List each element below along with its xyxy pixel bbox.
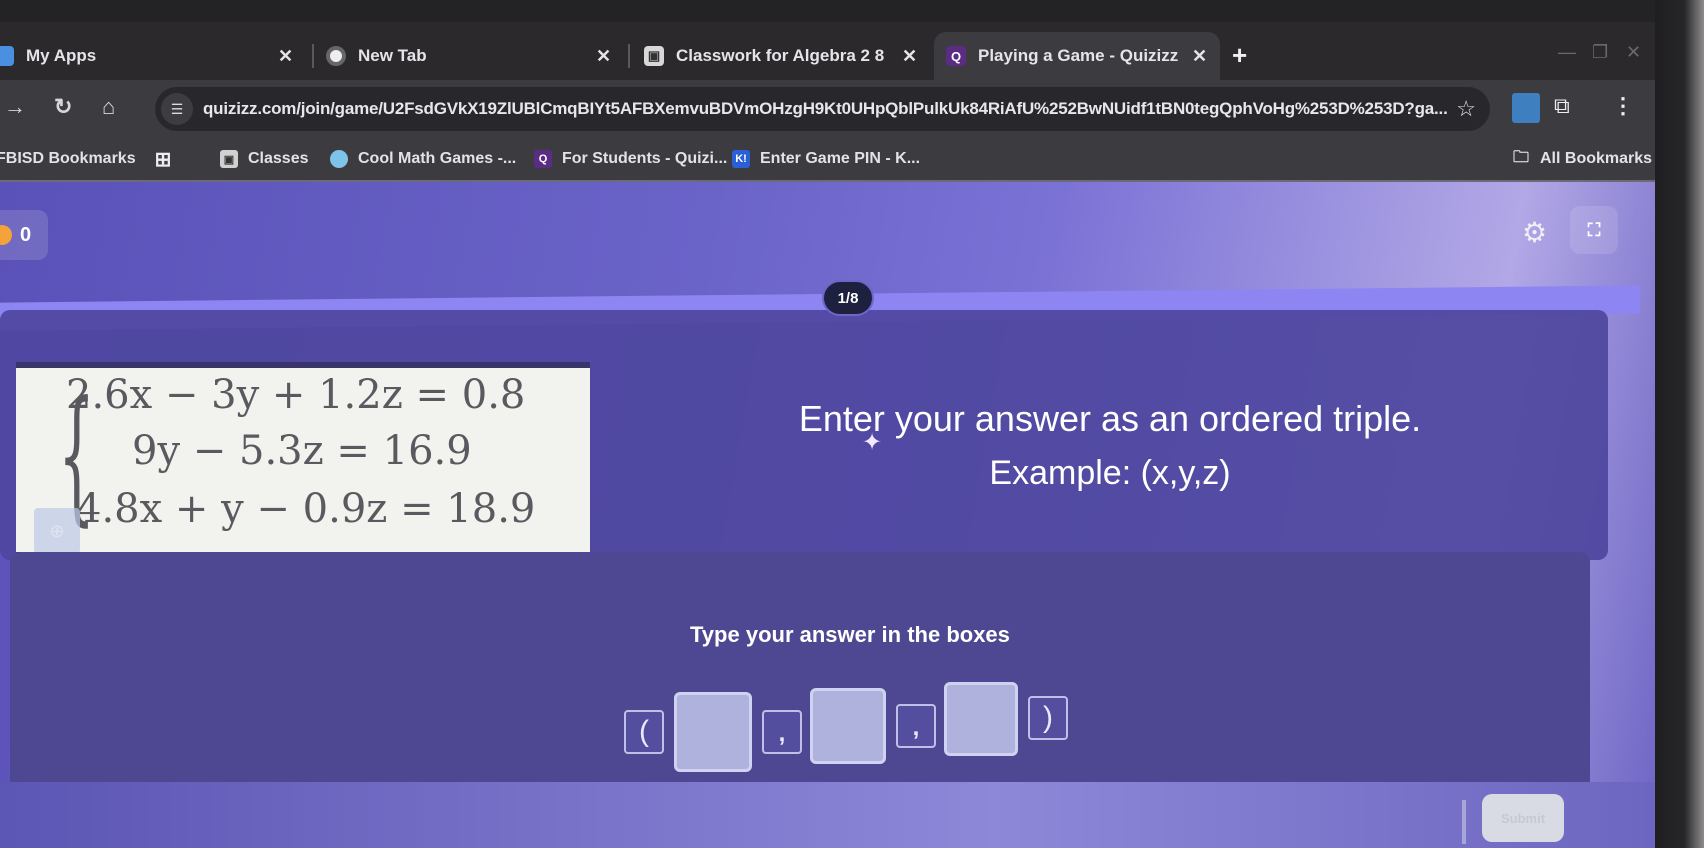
tab-label: New Tab xyxy=(358,46,427,65)
x-input[interactable] xyxy=(674,692,752,772)
tab-label: My Apps xyxy=(26,46,97,65)
close-tab-icon[interactable]: ✕ xyxy=(1192,46,1207,67)
equation-2: 9y − 5.3z = 16.9 xyxy=(132,428,472,474)
tab-separator xyxy=(628,44,630,68)
kahoot-icon: K! xyxy=(732,150,750,168)
bookmark-apps[interactable]: ⊞ xyxy=(154,148,182,171)
mouse-cursor-icon: ✦ xyxy=(862,429,883,456)
forward-icon[interactable]: → xyxy=(4,94,26,120)
quiz-game: 0 ⚙ ⛶ 1/8 { 2.6x − 3y + 1.2z = 0.8 9y − … xyxy=(0,182,1658,848)
answer-hint: Type your answer in the boxes xyxy=(690,622,1010,647)
tab-classwork[interactable]: ▣ Classwork for Algebra 2 8 ✕ xyxy=(644,32,924,80)
tab-separator xyxy=(312,44,314,68)
home-icon[interactable]: ⌂ xyxy=(102,94,115,120)
monitor-bezel xyxy=(0,0,1704,24)
site-info-icon[interactable]: ☰ xyxy=(161,93,193,125)
z-input[interactable] xyxy=(944,682,1018,756)
equation-image: { 2.6x − 3y + 1.2z = 0.8 9y − 5.3z = 16.… xyxy=(16,362,590,554)
bookmark-label: Cool Math Games -... xyxy=(358,150,517,167)
bookmark-star-icon[interactable]: ☆ xyxy=(1456,96,1476,122)
restore-icon[interactable]: ❐ xyxy=(1592,42,1608,63)
bookmark-label: FBISD Bookmarks xyxy=(0,150,136,167)
coin-icon xyxy=(0,225,12,245)
chrome-menu-icon[interactable]: ⋮ xyxy=(1612,93,1640,123)
fullscreen-icon: ⛶ xyxy=(1587,219,1601,240)
bookmark-label: For Students - Quizi... xyxy=(562,150,728,167)
score-badge: 0 xyxy=(0,210,48,260)
score-value: 0 xyxy=(20,223,32,246)
comma-separator: , xyxy=(896,704,936,748)
extensions-puzzle-icon[interactable]: ⧉ xyxy=(1554,93,1582,123)
classroom-icon: ▣ xyxy=(220,150,238,168)
tab-quizizz[interactable]: Q Playing a Game - Quizizz ✕ xyxy=(934,32,1220,80)
answer-panel xyxy=(10,552,1590,792)
tab-label: Classwork for Algebra 2 8 xyxy=(676,46,885,65)
close-paren: ) xyxy=(1028,696,1068,740)
comma-separator: , xyxy=(762,710,802,754)
divider xyxy=(1462,800,1466,844)
bookmark-classes[interactable]: ▣ Classes xyxy=(220,150,309,168)
bookmark-label: Classes xyxy=(248,150,309,167)
address-bar[interactable]: ☰ quizizz.com/join/game/U2FsdGVkX19ZlUBl… xyxy=(155,87,1490,131)
fullscreen-button[interactable]: ⛶ xyxy=(1570,206,1618,254)
open-paren: ( xyxy=(624,710,664,754)
submit-button[interactable]: Submit xyxy=(1482,794,1564,842)
quizizz-icon: Q xyxy=(534,150,552,168)
apps-grid-icon: ⊞ xyxy=(154,148,172,171)
extension-icon[interactable] xyxy=(1512,93,1540,123)
tab-label: Playing a Game - Quizizz xyxy=(978,46,1179,65)
new-tab-button[interactable]: + xyxy=(1232,40,1247,71)
my-apps-icon xyxy=(0,46,14,66)
equation-3: 4.8x + y − 0.9z = 18.9 xyxy=(76,486,536,532)
bookmark-fbisd[interactable]: FBISD Bookmarks xyxy=(0,150,136,168)
settings-gear-icon[interactable]: ⚙ xyxy=(1522,216,1547,249)
close-tab-icon[interactable]: ✕ xyxy=(902,46,917,67)
zoom-image-button[interactable]: ⊕ xyxy=(34,508,80,554)
tab-new-tab[interactable]: New Tab ✕ xyxy=(326,32,616,80)
bookmark-kahoot[interactable]: K! Enter Game PIN - K... xyxy=(732,150,920,168)
bookmarks-bar: FBISD Bookmarks ⊞ ▣ Classes Cool Math Ga… xyxy=(0,138,1658,182)
bookmark-label: Enter Game PIN - K... xyxy=(760,150,921,167)
equation-1: 2.6x − 3y + 1.2z = 0.8 xyxy=(66,372,526,418)
reload-icon[interactable]: ↻ xyxy=(54,94,72,120)
tab-strip: My Apps ✕ New Tab ✕ ▣ Classwork for Alge… xyxy=(0,22,1658,80)
classroom-icon: ▣ xyxy=(644,46,664,66)
url-text[interactable]: quizizz.com/join/game/U2FsdGVkX19ZlUBlCm… xyxy=(203,99,1448,119)
bookmark-coolmath[interactable]: Cool Math Games -... xyxy=(330,150,516,168)
bookmark-label: All Bookmarks xyxy=(1540,150,1653,167)
window-close-icon[interactable]: ✕ xyxy=(1626,42,1641,63)
chrome-icon xyxy=(326,46,346,66)
close-tab-icon[interactable]: ✕ xyxy=(596,46,611,67)
browser-toolbar: → ↻ ⌂ ☰ quizizz.com/join/game/U2FsdGVkX1… xyxy=(0,80,1658,138)
minimize-icon[interactable]: — xyxy=(1558,42,1576,63)
zoom-in-icon: ⊕ xyxy=(49,520,65,541)
tab-my-apps[interactable]: My Apps ✕ xyxy=(0,32,294,80)
bookmark-quizizz[interactable]: Q For Students - Quizi... xyxy=(534,150,727,168)
floor-decoration xyxy=(0,782,1658,848)
quizizz-icon: Q xyxy=(946,46,966,66)
question-progress: 1/8 xyxy=(822,280,874,316)
coolmath-icon xyxy=(330,150,348,168)
browser-window: My Apps ✕ New Tab ✕ ▣ Classwork for Alge… xyxy=(0,22,1658,848)
monitor-bezel-right xyxy=(1655,0,1704,848)
all-bookmarks[interactable]: 🗀 All Bookmarks xyxy=(1512,148,1653,168)
y-input[interactable] xyxy=(810,688,886,764)
folder-icon: 🗀 xyxy=(1512,148,1529,166)
close-tab-icon[interactable]: ✕ xyxy=(278,46,293,67)
